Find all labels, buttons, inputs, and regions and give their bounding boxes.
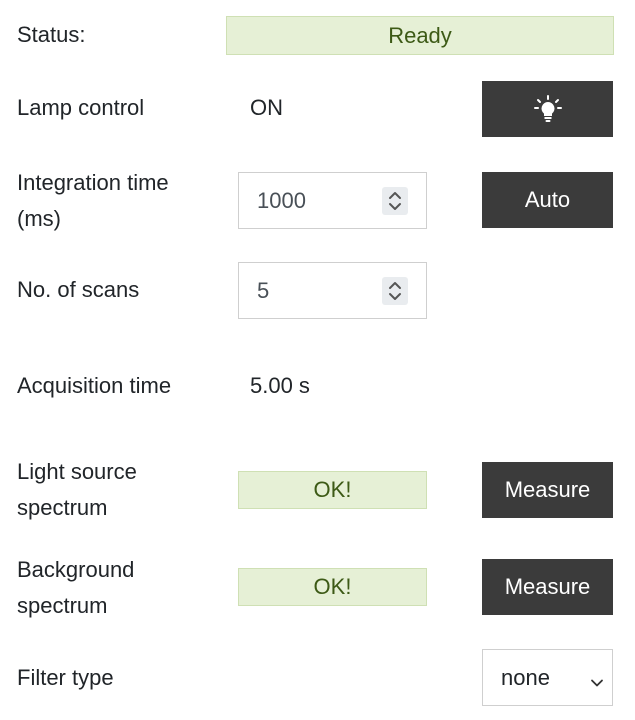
integration-time-label-line2: (ms) xyxy=(17,206,61,231)
integration-time-label-line1: Integration time xyxy=(17,170,169,195)
light-source-label-line1: Light source xyxy=(17,459,137,484)
lamp-state-value: ON xyxy=(250,95,283,120)
lamp-control-label: Lamp control xyxy=(17,95,145,120)
filter-type-select[interactable]: none xyxy=(482,649,613,706)
measure-background-button[interactable]: Measure xyxy=(482,559,613,615)
background-status-badge: OK! xyxy=(238,568,427,606)
acquisition-time-value: 5.00 s xyxy=(250,373,310,398)
background-label-line1: Background xyxy=(17,557,135,582)
measure-light-source-button[interactable]: Measure xyxy=(482,462,613,518)
spinner-icon[interactable] xyxy=(382,277,408,305)
lightbulb-icon xyxy=(533,94,563,124)
chevron-down-icon xyxy=(590,670,604,687)
spinner-icon[interactable] xyxy=(382,187,408,215)
integration-time-value: 1000 xyxy=(257,188,306,213)
lamp-toggle-button[interactable] xyxy=(482,81,613,137)
filter-type-label: Filter type xyxy=(17,665,114,690)
status-label: Status: xyxy=(17,22,86,47)
scans-label: No. of scans xyxy=(17,277,140,302)
scans-value: 5 xyxy=(257,278,270,303)
integration-time-input[interactable]: 1000 xyxy=(238,172,427,229)
acquisition-time-label: Acquisition time xyxy=(17,373,172,398)
auto-button[interactable]: Auto xyxy=(482,172,613,228)
light-source-status-badge: OK! xyxy=(238,471,427,509)
status-badge: Ready xyxy=(226,16,614,55)
filter-type-value: none xyxy=(501,665,550,690)
light-source-label-line2: spectrum xyxy=(17,495,108,520)
background-label-line2: spectrum xyxy=(17,593,108,618)
scans-input[interactable]: 5 xyxy=(238,262,427,319)
